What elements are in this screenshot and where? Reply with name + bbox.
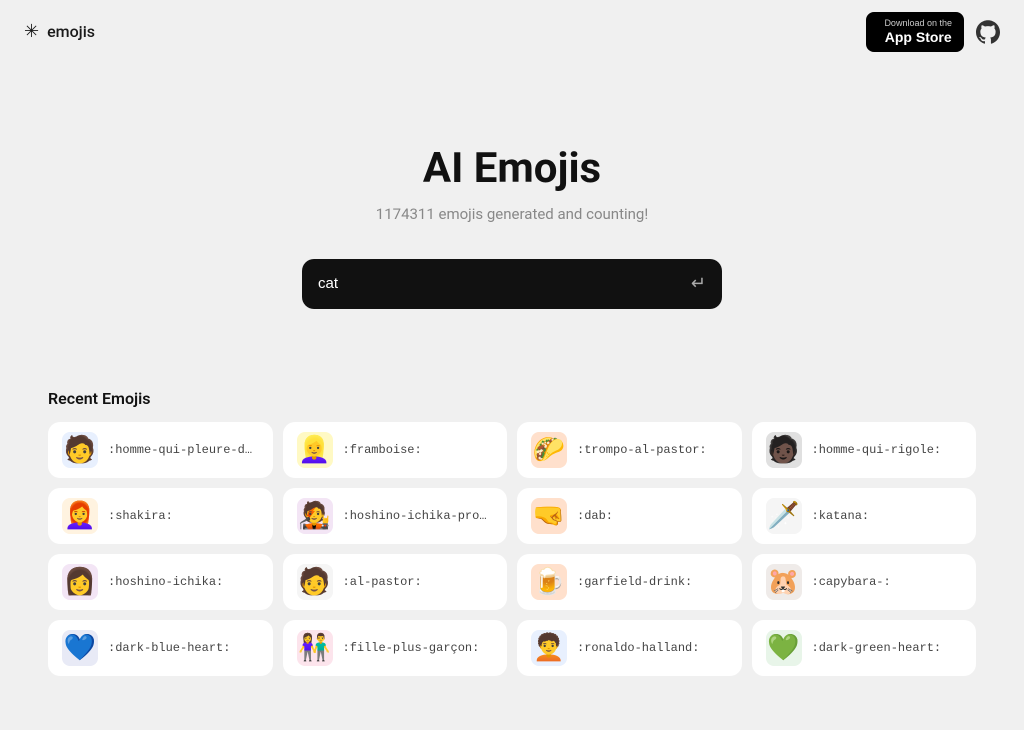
emoji-thumb: 🗡️ — [766, 498, 802, 534]
emoji-thumb: 🐹 — [766, 564, 802, 600]
emoji-card[interactable]: 🧑 :al-pastor: — [283, 554, 508, 610]
emoji-label: :framboise: — [343, 443, 422, 457]
emoji-card[interactable]: 👫 :fille-plus-garçon: — [283, 620, 508, 676]
emoji-thumb: 👩 — [62, 564, 98, 600]
emoji-card[interactable]: 👩‍🦰 :shakira: — [48, 488, 273, 544]
hero-section: AI Emojis 1174311 emojis generated and c… — [0, 64, 1024, 369]
emoji-thumb: 👫 — [297, 630, 333, 666]
emoji-card[interactable]: 🧑 :homme-qui-pleure-de-ri… — [48, 422, 273, 478]
emoji-thumb: 🧑 — [62, 432, 98, 468]
emoji-label: :dark-blue-heart: — [108, 641, 230, 655]
github-icon — [976, 20, 1000, 44]
search-enter-icon[interactable]: ↵ — [691, 273, 706, 294]
emoji-card[interactable]: 🧑‍🎤 :hoshino-ichika-project… — [283, 488, 508, 544]
emoji-card[interactable]: 👩 :hoshino-ichika: — [48, 554, 273, 610]
logo[interactable]: ✳ emojis — [24, 21, 95, 42]
emoji-thumb: 🧑🏿 — [766, 432, 802, 468]
hero-title: AI Emojis — [20, 144, 1004, 193]
emoji-label: :fille-plus-garçon: — [343, 641, 480, 655]
emoji-card[interactable]: 👱‍♀️ :framboise: — [283, 422, 508, 478]
emoji-label: :al-pastor: — [343, 575, 422, 589]
app-store-label: Download on the App Store — [884, 18, 952, 46]
emoji-thumb: 👱‍♀️ — [297, 432, 333, 468]
emoji-card[interactable]: 🐹 :capybara-: — [752, 554, 977, 610]
github-button[interactable] — [976, 20, 1000, 44]
emoji-card[interactable]: 🧑🏿 :homme-qui-rigole: — [752, 422, 977, 478]
emoji-label: :homme-qui-pleure-de-ri… — [108, 443, 259, 457]
logo-text: emojis — [47, 22, 95, 41]
emoji-card[interactable]: 🤜 :dab: — [517, 488, 742, 544]
emoji-thumb: 👩‍🦰 — [62, 498, 98, 534]
emoji-label: :capybara-: — [812, 575, 891, 589]
header: ✳ emojis Download on the App Store — [0, 0, 1024, 64]
hero-subtitle: 1174311 emojis generated and counting! — [20, 205, 1004, 223]
search-wrapper: ↵ — [20, 259, 1004, 309]
app-store-top-text: Download on the — [884, 18, 952, 29]
emoji-label: :trompo-al-pastor: — [577, 443, 707, 457]
emoji-label: :ronaldo-halland: — [577, 641, 699, 655]
emoji-card[interactable]: 🍺 :garfield-drink: — [517, 554, 742, 610]
emoji-card[interactable]: 💙 :dark-blue-heart: — [48, 620, 273, 676]
emoji-thumb: 🤜 — [531, 498, 567, 534]
emoji-grid: 🧑 :homme-qui-pleure-de-ri… 👱‍♀️ :framboise:… — [48, 422, 976, 676]
emoji-label: :garfield-drink: — [577, 575, 692, 589]
emoji-label: :homme-qui-rigole: — [812, 443, 942, 457]
recent-title: Recent Emojis — [48, 389, 976, 408]
emoji-label: :hoshino-ichika: — [108, 575, 223, 589]
recent-emojis-section: Recent Emojis 🧑 :homme-qui-pleure-de-ri… 👱… — [0, 369, 1024, 696]
emoji-label: :hoshino-ichika-project… — [343, 509, 494, 523]
search-input[interactable] — [318, 275, 691, 292]
emoji-thumb: 🧑 — [297, 564, 333, 600]
logo-icon: ✳ — [24, 21, 39, 42]
emoji-thumb: 🧑‍🎤 — [297, 498, 333, 534]
emoji-thumb: 💚 — [766, 630, 802, 666]
emoji-card[interactable]: 🌮 :trompo-al-pastor: — [517, 422, 742, 478]
emoji-thumb: 🧑‍🦱 — [531, 630, 567, 666]
emoji-thumb: 🍺 — [531, 564, 567, 600]
emoji-card[interactable]: 🧑‍🦱 :ronaldo-halland: — [517, 620, 742, 676]
emoji-label: :katana: — [812, 509, 870, 523]
emoji-label: :dab: — [577, 509, 613, 523]
emoji-label: :dark-green-heart: — [812, 641, 942, 655]
emoji-card[interactable]: 🗡️ :katana: — [752, 488, 977, 544]
emoji-card[interactable]: 💚 :dark-green-heart: — [752, 620, 977, 676]
emoji-label: :shakira: — [108, 509, 173, 523]
header-actions: Download on the App Store — [866, 12, 1000, 52]
app-store-main-text: App Store — [884, 29, 952, 46]
emoji-thumb: 🌮 — [531, 432, 567, 468]
emoji-thumb: 💙 — [62, 630, 98, 666]
search-bar: ↵ — [302, 259, 722, 309]
app-store-button[interactable]: Download on the App Store — [866, 12, 964, 52]
